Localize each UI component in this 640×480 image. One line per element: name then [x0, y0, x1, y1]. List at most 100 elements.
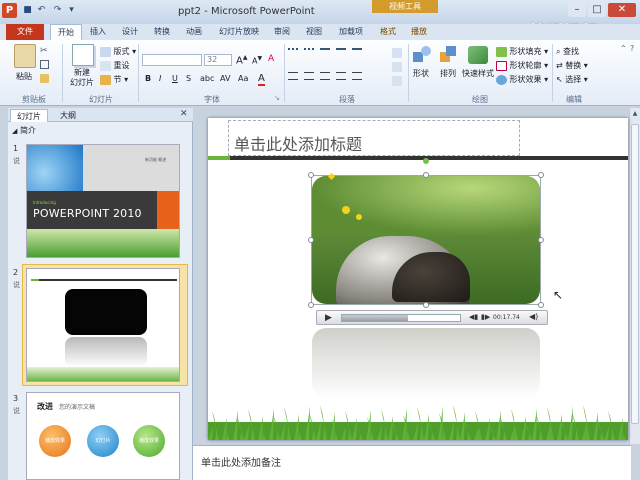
close-panel-icon[interactable]: ✕ — [180, 109, 188, 119]
arrange-icon[interactable] — [440, 46, 458, 64]
columns-icon[interactable] — [352, 72, 362, 80]
quick-styles-icon[interactable] — [468, 46, 488, 64]
cut-icon[interactable]: ✂ — [40, 46, 48, 56]
tab-slides[interactable]: 幻灯片 — [10, 109, 48, 122]
minimize-button[interactable]: – — [568, 3, 586, 17]
help-icon[interactable]: ? — [630, 44, 634, 53]
clear-format-button[interactable]: A — [268, 54, 274, 64]
tab-outline[interactable]: 大纲 — [54, 109, 82, 122]
font-size-combo[interactable]: 32 — [204, 54, 232, 66]
align-text-icon[interactable] — [392, 62, 402, 72]
align-left-icon[interactable] — [288, 72, 298, 80]
save-icon[interactable]: ■ — [22, 5, 33, 16]
tab-home[interactable]: 开始 — [50, 24, 82, 40]
shapes-icon[interactable] — [413, 46, 433, 64]
font-name-combo[interactable] — [142, 54, 202, 66]
align-center-icon[interactable] — [304, 72, 314, 80]
line-spacing-icon[interactable] — [352, 48, 362, 57]
quick-access-dropdown-icon[interactable]: ▾ — [66, 5, 77, 16]
shape-effects-button[interactable]: 形状效果 ▾ — [496, 74, 548, 85]
resize-handle[interactable] — [423, 302, 429, 308]
new-slide-icon[interactable] — [72, 44, 94, 66]
strikethrough-button[interactable]: abc — [200, 74, 214, 83]
tab-addins[interactable]: 加载项 — [334, 24, 368, 40]
tab-playback[interactable]: 播放 — [406, 24, 432, 40]
video-frame[interactable] — [312, 176, 540, 304]
shapes-button[interactable]: 形状 — [413, 68, 429, 79]
resize-handle[interactable] — [538, 237, 544, 243]
paste-icon[interactable] — [14, 44, 36, 68]
new-slide-button[interactable]: 新建 幻灯片 — [68, 68, 96, 88]
layout-button[interactable]: 版式 ▾ — [100, 46, 136, 57]
tab-view[interactable]: 视图 — [302, 24, 326, 40]
copy-icon[interactable] — [40, 60, 49, 69]
redo-icon[interactable]: ↷ — [52, 5, 63, 16]
tab-animations[interactable]: 动画 — [182, 24, 206, 40]
shape-fill-button[interactable]: 形状填充 ▾ — [496, 46, 548, 57]
text-direction-icon[interactable] — [392, 48, 402, 58]
play-icon[interactable]: ▶ — [325, 313, 332, 323]
resize-handle[interactable] — [308, 237, 314, 243]
grow-font-button[interactable]: A▲ — [236, 54, 247, 66]
resize-handle[interactable] — [538, 302, 544, 308]
volume-icon[interactable]: ◀) — [529, 312, 538, 321]
shadow-button[interactable]: S — [186, 74, 191, 83]
align-right-icon[interactable] — [320, 72, 330, 80]
slide-thumbnail-3[interactable]: 改进 您的演示文稿 播放效果 幻灯片 播放效果 — [26, 392, 180, 480]
tab-transitions[interactable]: 转换 — [150, 24, 174, 40]
increase-indent-icon[interactable] — [336, 48, 346, 57]
vertical-scrollbar[interactable]: ▲ — [629, 108, 640, 444]
dialog-launcher-icon[interactable]: ↘ — [274, 94, 280, 102]
select-button[interactable]: ↖ 选择 ▾ — [556, 74, 588, 85]
paste-button[interactable]: 粘贴 — [16, 71, 32, 82]
replace-button[interactable]: ⇄ 替换 ▾ — [556, 60, 588, 71]
arrange-button[interactable]: 排列 — [440, 68, 456, 79]
format-painter-icon[interactable] — [40, 74, 49, 83]
maximize-button[interactable]: □ — [588, 3, 606, 17]
slide-thumbnail-2[interactable] — [26, 268, 180, 382]
notes-placeholder[interactable]: 单击此处添加备注 — [201, 454, 281, 469]
tab-slideshow[interactable]: 幻灯片放映 — [214, 24, 264, 40]
char-spacing-button[interactable]: AV — [220, 74, 230, 83]
change-case-button[interactable]: Aa — [238, 74, 248, 83]
justify-icon[interactable] — [336, 72, 346, 80]
tab-design[interactable]: 设计 — [118, 24, 142, 40]
tab-file[interactable]: 文件 — [6, 24, 44, 40]
bold-button[interactable]: B — [145, 74, 151, 83]
tab-format[interactable]: 格式 — [376, 24, 400, 40]
quick-styles-button[interactable]: 快速样式 — [462, 68, 494, 79]
tab-review[interactable]: 审阅 — [270, 24, 294, 40]
resize-handle[interactable] — [423, 172, 429, 178]
slide-thumbnail-1[interactable]: 新功能 概述 Introducing POWERPOINT 2010 — [26, 144, 180, 258]
smartart-icon[interactable] — [392, 76, 402, 86]
scroll-up-icon[interactable]: ▲ — [631, 110, 639, 118]
video-progress-track[interactable] — [341, 314, 461, 322]
reset-button[interactable]: 重设 — [100, 60, 130, 71]
step-back-icon[interactable]: ◀▮ — [469, 313, 478, 321]
undo-icon[interactable]: ↶ — [36, 5, 47, 16]
numbering-icon[interactable] — [304, 48, 314, 57]
step-forward-icon[interactable]: ▮▶ — [481, 313, 490, 321]
section-header[interactable]: ◢ 简介 — [12, 125, 182, 137]
shape-outline-button[interactable]: 形状轮廓 ▾ — [496, 60, 548, 71]
current-slide[interactable]: 单击此处添加标题 ↖ ▶ ◀▮ ▮▶ 00:17.74 ◀) — [208, 118, 628, 440]
underline-button[interactable]: U — [172, 74, 178, 83]
resize-handle[interactable] — [538, 172, 544, 178]
ribbon-collapse-icon[interactable]: ⌃ — [620, 44, 627, 53]
resize-handle[interactable] — [308, 172, 314, 178]
notes-pane[interactable]: 单击此处添加备注 — [193, 445, 631, 480]
powerpoint-app-icon[interactable]: P — [2, 3, 17, 18]
shrink-font-button[interactable]: A▼ — [252, 55, 262, 66]
italic-button[interactable]: I — [159, 74, 161, 83]
find-button[interactable]: ⌕ 查找 — [556, 46, 579, 57]
bullets-icon[interactable] — [288, 48, 298, 57]
rotate-handle[interactable] — [423, 158, 429, 164]
close-button[interactable]: ✕ — [608, 3, 636, 17]
scroll-thumb[interactable] — [631, 124, 639, 424]
tab-insert[interactable]: 插入 — [86, 24, 110, 40]
font-color-button[interactable]: A — [258, 73, 265, 86]
slide-title-placeholder[interactable]: 单击此处添加标题 — [234, 131, 362, 155]
resize-handle[interactable] — [308, 302, 314, 308]
section-button[interactable]: 节 ▾ — [100, 74, 128, 85]
decrease-indent-icon[interactable] — [320, 48, 330, 57]
